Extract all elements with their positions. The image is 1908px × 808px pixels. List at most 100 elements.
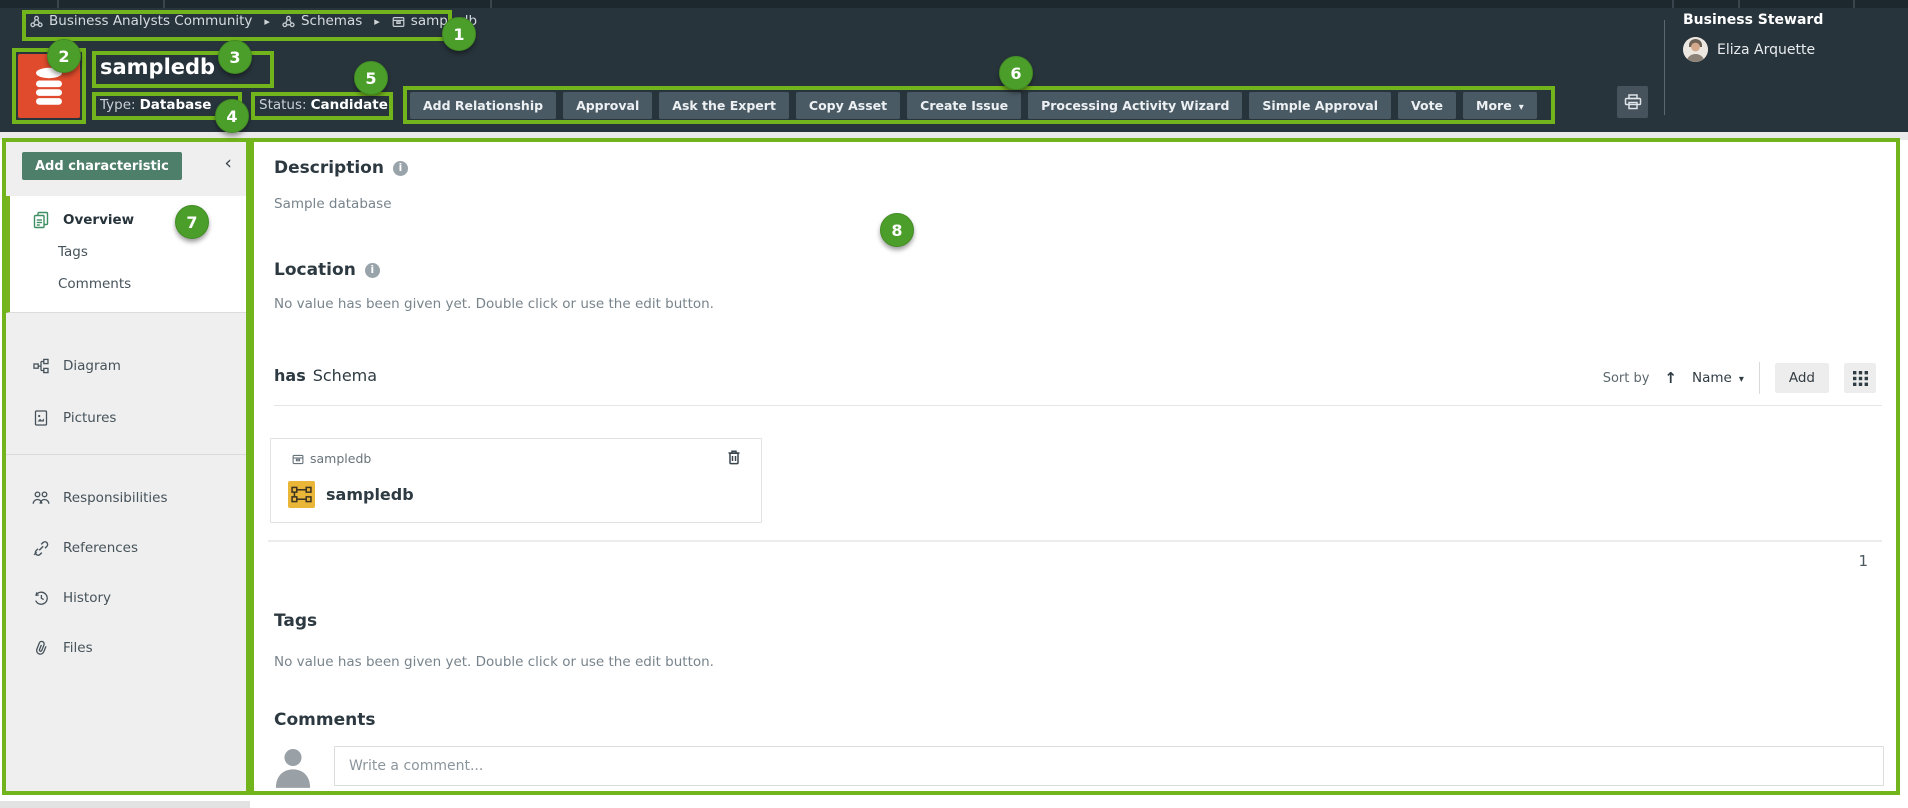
breadcrumb-label: sampledb: [411, 13, 477, 29]
type-value: Database: [140, 97, 212, 113]
chevron-down-icon: ▾: [1739, 374, 1744, 385]
location-section-heading: Location i: [274, 260, 380, 280]
breadcrumb-label: Business Analysts Community: [49, 13, 252, 29]
tags-empty-value[interactable]: No value has been given yet. Double clic…: [274, 654, 714, 670]
add-characteristic-button[interactable]: Add characteristic: [22, 152, 182, 180]
community-icon: [282, 15, 295, 28]
asset-box-icon: [392, 15, 405, 28]
sidebar-item-comments[interactable]: Comments: [10, 268, 246, 300]
has-schema-heading: hasSchema: [274, 366, 377, 385]
sidebar-item-history[interactable]: History: [6, 582, 246, 614]
sort-ascending-icon[interactable]: ↑: [1664, 369, 1677, 387]
database-icon: [31, 65, 67, 107]
schema-asset-icon: [288, 481, 315, 508]
breadcrumb: Business Analysts Community ▸ Schemas ▸ …: [30, 13, 477, 29]
sidebar-item-files[interactable]: Files: [6, 632, 246, 664]
location-heading: Location: [274, 260, 356, 280]
chevron-down-icon: ▾: [1519, 102, 1524, 113]
overview-nav-group: Overview Tags Comments: [6, 196, 246, 313]
sidebar-item-label: References: [63, 540, 138, 556]
link-icon: [32, 540, 50, 556]
schema-card-title: sampledb: [326, 485, 414, 504]
people-icon: [32, 491, 50, 505]
sidebar-item-label: Comments: [58, 276, 131, 292]
page-number[interactable]: 1: [1858, 552, 1868, 570]
sidebar-item-label: Overview: [63, 212, 134, 228]
diagram-icon: [32, 358, 50, 374]
sidebar-item-responsibilities[interactable]: Responsibilities: [6, 482, 246, 514]
pictures-icon: [32, 410, 50, 426]
tags-heading: Tags: [274, 611, 317, 631]
action-toolbar: Add Relationship Approval Ask the Expert…: [410, 92, 1537, 119]
steward-user[interactable]: Eliza Arquette: [1683, 37, 1823, 62]
copy-asset-button[interactable]: Copy Asset: [796, 92, 900, 119]
tags-section-heading: Tags: [274, 611, 317, 631]
breadcrumb-item-asset[interactable]: sampledb: [392, 13, 477, 29]
sidebar-item-diagram[interactable]: Diagram: [6, 350, 246, 382]
asset-type: Type:Database: [100, 97, 211, 113]
sidebar-item-label: Diagram: [63, 358, 121, 374]
info-icon[interactable]: i: [393, 161, 408, 176]
window-top-strip: [0, 0, 1908, 8]
comment-input[interactable]: [334, 746, 1884, 786]
asset-box-icon: [292, 453, 304, 465]
processing-activity-wizard-button[interactable]: Processing Activity Wizard: [1028, 92, 1242, 119]
sidebar-divider: [6, 454, 246, 455]
sidebar-item-label: History: [63, 590, 111, 606]
avatar: [1683, 37, 1708, 62]
schema-card[interactable]: sampledb sampledb: [270, 438, 762, 523]
grid-view-button[interactable]: [1844, 363, 1876, 393]
sidebar-item-references[interactable]: References: [6, 532, 246, 564]
print-button[interactable]: [1617, 86, 1648, 118]
create-issue-button[interactable]: Create Issue: [907, 92, 1021, 119]
more-label: More: [1476, 98, 1512, 113]
add-relationship-button[interactable]: Add Relationship: [410, 92, 556, 119]
description-heading: Description: [274, 158, 384, 178]
sort-by-label: Sort by: [1603, 371, 1650, 386]
simple-approval-button[interactable]: Simple Approval: [1249, 92, 1391, 119]
comment-composer: [274, 746, 1884, 788]
sort-field-dropdown[interactable]: Name ▾: [1692, 370, 1744, 386]
steward-user-name: Eliza Arquette: [1717, 42, 1815, 58]
schema-card-header: sampledb: [292, 451, 371, 466]
vote-button[interactable]: Vote: [1398, 92, 1456, 119]
app-header: Business Analysts Community ▸ Schemas ▸ …: [0, 0, 1908, 132]
description-section-heading: Description i: [274, 158, 408, 178]
ask-the-expert-button[interactable]: Ask the Expert: [659, 92, 789, 119]
sort-field-label: Name: [1692, 370, 1732, 386]
collapse-sidebar-icon[interactable]: ‹: [224, 154, 232, 173]
sidebar-item-overview[interactable]: Overview: [10, 204, 246, 236]
steward-role-label: Business Steward: [1683, 12, 1823, 28]
breadcrumb-item-schemas[interactable]: Schemas: [282, 13, 362, 29]
schema-card-body[interactable]: sampledb: [288, 481, 414, 508]
comments-heading: Comments: [274, 710, 375, 730]
relation-verb: has: [274, 366, 306, 385]
sidebar-next-section: [0, 801, 250, 808]
grid-icon: [1853, 371, 1868, 386]
info-icon[interactable]: i: [365, 263, 380, 278]
card-list-divider: [268, 540, 1882, 542]
database-asset-icon: [18, 54, 80, 118]
sidebar-item-label: Files: [63, 640, 93, 656]
description-value[interactable]: Sample database: [274, 196, 392, 212]
collibra-asset-page: Business Analysts Community ▸ Schemas ▸ …: [0, 0, 1908, 808]
breadcrumb-separator-icon: ▸: [372, 15, 382, 28]
schema-card-header-label: sampledb: [310, 451, 371, 466]
approval-button[interactable]: Approval: [563, 92, 652, 119]
more-button[interactable]: More ▾: [1463, 92, 1537, 119]
page-title: sampledb: [100, 55, 215, 79]
sidebar-item-pictures[interactable]: Pictures: [6, 402, 246, 434]
responsibility-block: Business Steward Eliza Arquette: [1683, 12, 1823, 62]
trash-icon: [727, 449, 741, 465]
location-empty-value[interactable]: No value has been given yet. Double clic…: [274, 296, 714, 312]
type-label: Type:: [100, 97, 136, 113]
delete-relation-button[interactable]: [727, 449, 741, 465]
controls-divider: [1759, 362, 1760, 394]
breadcrumb-item-community[interactable]: Business Analysts Community: [30, 13, 252, 29]
schema-section-controls: Sort by ↑ Name ▾ Add: [1603, 362, 1876, 394]
printer-icon: [1624, 94, 1642, 110]
breadcrumb-label: Schemas: [301, 13, 362, 29]
sidebar-item-tags[interactable]: Tags: [10, 236, 246, 268]
add-schema-button[interactable]: Add: [1775, 363, 1829, 393]
sidebar: Add characteristic ‹ Overview Tags Comme…: [2, 138, 250, 795]
